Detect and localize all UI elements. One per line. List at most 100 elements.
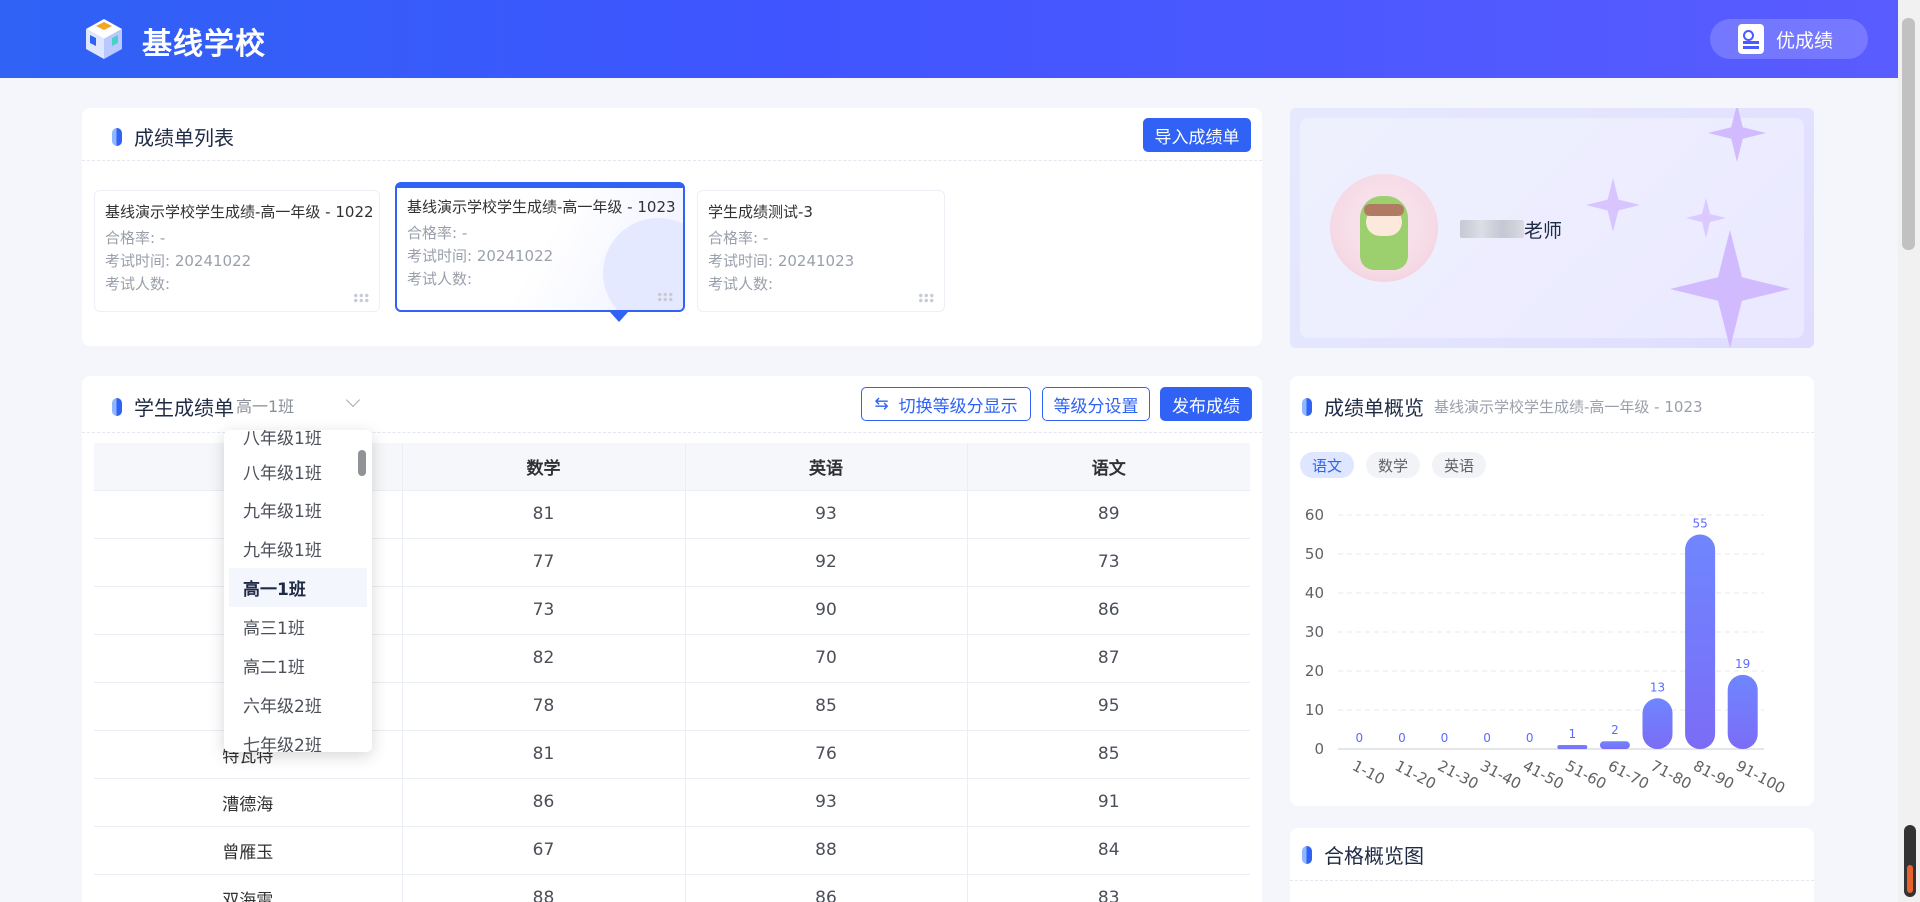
- dropdown-option[interactable]: 高一1班: [229, 568, 367, 607]
- title-mark-icon: [1302, 397, 1312, 416]
- tab-english[interactable]: 英语: [1432, 452, 1487, 478]
- table-row[interactable]: 曾雁玉 67 88 84: [94, 826, 1250, 875]
- data-label: 0: [1441, 731, 1449, 745]
- table-row[interactable]: 漕德海 86 93 91: [94, 778, 1250, 827]
- column-header[interactable]: 语文: [967, 443, 1250, 491]
- score-cell: 92: [685, 538, 968, 587]
- student-scores-title: 学生成绩单: [112, 392, 234, 421]
- page-scrollbar[interactable]: [1898, 0, 1920, 902]
- score-cell: 91: [967, 778, 1250, 827]
- class-select[interactable]: 高一1班: [236, 391, 376, 419]
- score-cell: 93: [685, 490, 968, 539]
- teacher-name-suffix: 老师: [1524, 220, 1563, 242]
- x-tick-label: 81-90: [1690, 757, 1737, 793]
- switch-grade-display-button[interactable]: ⇆ 切换等级分显示: [861, 387, 1031, 421]
- score-cell: 77: [402, 538, 686, 587]
- overview-subtitle: 基线演示学校学生成绩-高一年级 - 1023: [1434, 398, 1703, 416]
- dropdown-option[interactable]: 七年级2班: [229, 724, 367, 752]
- x-tick-label: 11-20: [1392, 757, 1439, 793]
- score-cell: 86: [967, 586, 1250, 635]
- thermometer-widget: [1904, 825, 1916, 897]
- score-cell: 89: [967, 490, 1250, 539]
- data-label: 19: [1735, 657, 1750, 671]
- bar: [1557, 745, 1588, 749]
- score-cell: 73: [402, 586, 686, 635]
- score-cell: 95: [967, 682, 1250, 731]
- score-cell: 73: [967, 538, 1250, 587]
- dropdown-option[interactable]: 九年级1班: [229, 490, 367, 529]
- score-cell: 87: [967, 634, 1250, 683]
- cube-logo-icon[interactable]: [82, 17, 126, 61]
- score-cell: 93: [685, 778, 968, 827]
- report-card[interactable]: 学生成绩测试-3 合格率: - 考试时间: 20241023 考试人数:: [697, 190, 945, 312]
- score-cell: 86: [685, 874, 968, 902]
- data-label: 0: [1526, 731, 1534, 745]
- student-name-cell: 双海雷: [94, 874, 403, 902]
- data-label: 0: [1398, 731, 1406, 745]
- report-list-card: 成绩单列表 导入成绩单 基线演示学校学生成绩-高一年级 - 1022 合格率: …: [82, 108, 1262, 346]
- pass-overview-card: 合格概览图: [1290, 828, 1814, 902]
- dropdown-option[interactable]: 高二1班: [229, 646, 367, 685]
- column-header[interactable]: 英语: [685, 443, 968, 491]
- y-tick-label: 40: [1305, 584, 1324, 602]
- bar: [1599, 741, 1630, 749]
- blurred-teacher-name: [1460, 220, 1524, 238]
- school-name: 基线学校: [142, 27, 266, 62]
- x-tick-label: 71-80: [1648, 757, 1695, 793]
- data-label: 55: [1692, 517, 1707, 531]
- subject-tabs: 语文 数学 英语: [1300, 452, 1487, 478]
- x-tick-label: 41-50: [1520, 757, 1567, 793]
- x-tick-label: 1-10: [1349, 757, 1388, 789]
- chevron-down-icon: [345, 392, 361, 408]
- score-cell: 76: [685, 730, 968, 779]
- scores-app-button[interactable]: 优成绩: [1710, 19, 1868, 59]
- teacher-card: 老师: [1290, 108, 1814, 348]
- score-cell: 82: [402, 634, 686, 683]
- title-mark-icon: [112, 397, 122, 416]
- overview-title: 成绩单概览 基线演示学校学生成绩-高一年级 - 1023: [1302, 392, 1703, 421]
- score-cell: 70: [685, 634, 968, 683]
- dropdown-option[interactable]: 高三1班: [229, 607, 367, 646]
- score-cell: 90: [685, 586, 968, 635]
- score-cell: 85: [685, 682, 968, 731]
- bar: [1642, 698, 1673, 749]
- title-mark-icon: [1302, 845, 1312, 864]
- x-tick-label: 61-70: [1605, 757, 1652, 793]
- student-name-cell: 漕德海: [94, 778, 403, 827]
- drag-handle-icon[interactable]: [657, 292, 673, 302]
- scrollbar-thumb[interactable]: [1902, 18, 1915, 250]
- tab-chinese[interactable]: 语文: [1300, 452, 1355, 478]
- table-row[interactable]: 双海雷 88 86 83: [94, 874, 1250, 902]
- dropdown-option[interactable]: 九年级1班: [229, 529, 367, 568]
- report-card[interactable]: 基线演示学校学生成绩-高一年级 - 1022 合格率: - 考试时间: 2024…: [94, 190, 380, 312]
- pass-overview-title: 合格概览图: [1302, 840, 1424, 869]
- dropdown-option[interactable]: 八年级1班: [229, 452, 367, 491]
- score-cell: 85: [967, 730, 1250, 779]
- score-cell: 81: [402, 730, 686, 779]
- drag-handle-icon[interactable]: [353, 293, 369, 303]
- grade-settings-button[interactable]: 等级分设置: [1042, 387, 1150, 421]
- x-tick-label: 21-30: [1435, 757, 1482, 793]
- score-cell: 86: [402, 778, 686, 827]
- data-label: 0: [1355, 731, 1363, 745]
- bar: [1685, 534, 1716, 749]
- report-card-selected[interactable]: 基线演示学校学生成绩-高一年级 - 1023 合格率: - 考试时间: 2024…: [395, 182, 685, 312]
- score-distribution-chart: 010203040506001-10011-20021-30031-40041-…: [1305, 506, 1788, 795]
- x-tick-label: 91-100: [1733, 757, 1788, 795]
- y-tick-label: 60: [1305, 506, 1324, 524]
- data-label: 13: [1650, 680, 1665, 694]
- score-cell: 78: [402, 682, 686, 731]
- teacher-avatar[interactable]: [1330, 174, 1438, 282]
- publish-scores-button[interactable]: 发布成绩: [1160, 387, 1252, 421]
- import-report-button[interactable]: 导入成绩单: [1143, 118, 1251, 152]
- score-cell: 88: [402, 874, 686, 902]
- student-name-cell: 曾雁玉: [94, 826, 403, 875]
- selected-caret-icon: [610, 312, 628, 322]
- y-tick-label: 30: [1305, 623, 1324, 641]
- dropdown-option[interactable]: 六年级2班: [229, 685, 367, 724]
- x-tick-label: 31-40: [1477, 757, 1524, 793]
- score-cell: 67: [402, 826, 686, 875]
- drag-handle-icon[interactable]: [918, 293, 934, 303]
- column-header[interactable]: 数学: [402, 443, 686, 491]
- tab-math[interactable]: 数学: [1366, 452, 1421, 478]
